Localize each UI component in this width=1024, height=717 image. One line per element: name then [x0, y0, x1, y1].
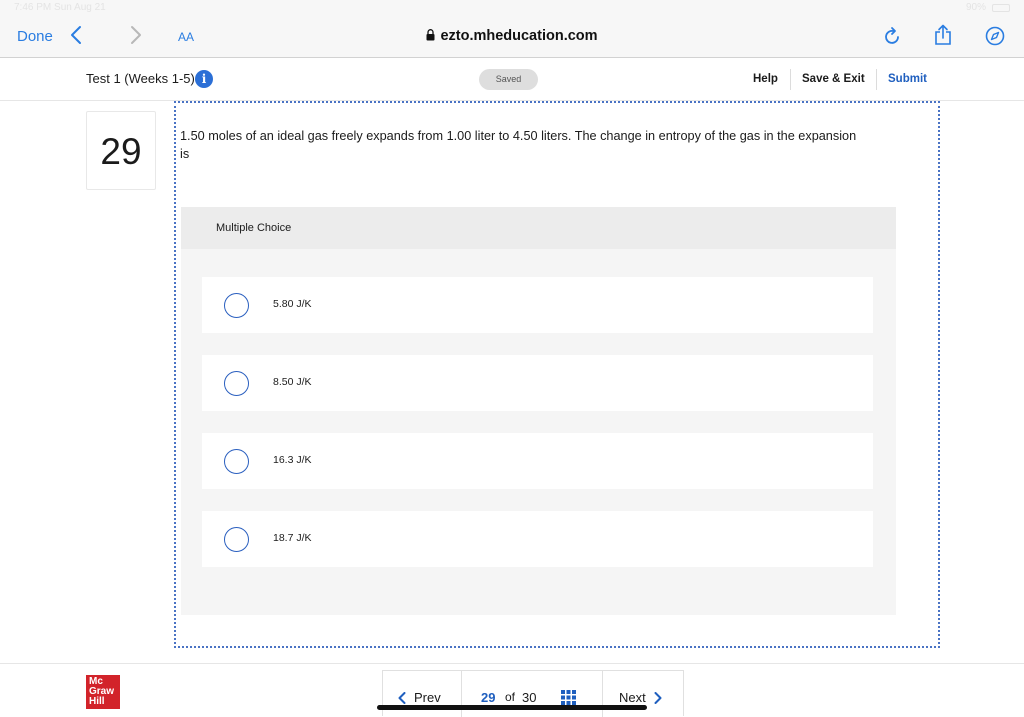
- prev-label: Prev: [414, 690, 441, 705]
- status-time: 7:46 PM Sun Aug 21: [14, 2, 106, 13]
- chevron-left-icon: [398, 691, 406, 704]
- header-divider: [876, 69, 877, 90]
- reload-icon[interactable]: [884, 26, 902, 51]
- lock-icon: [426, 29, 435, 45]
- save-exit-button[interactable]: Save & Exit: [802, 73, 865, 85]
- saved-badge: Saved: [479, 69, 538, 90]
- submit-button[interactable]: Submit: [888, 73, 927, 85]
- logo-line: Hill: [89, 696, 105, 707]
- battery-percent: 90%: [965, 2, 986, 13]
- status-bar: 7:46 PM Sun Aug 21 90%: [0, 0, 1024, 16]
- pager-divider: [602, 671, 603, 717]
- current-page: 29: [481, 690, 496, 705]
- choice-label: 8.50 J/K: [273, 376, 312, 388]
- question-text: 1.50 moles of an ideal gas freely expand…: [180, 129, 857, 161]
- choice-label: 18.7 J/K: [273, 532, 312, 544]
- browser-toolbar: Done AA ezto.mheducation.com: [0, 16, 1024, 58]
- answer-choice[interactable]: 16.3 J/K: [202, 433, 873, 489]
- radio-button[interactable]: [224, 293, 249, 318]
- choice-label: 16.3 J/K: [273, 454, 312, 466]
- page-of-label: of: [505, 690, 516, 704]
- header-divider: [790, 69, 791, 90]
- radio-button[interactable]: [224, 371, 249, 396]
- question-type-label: Multiple Choice: [216, 222, 292, 234]
- question-number: 29: [86, 111, 156, 190]
- answer-choice[interactable]: 8.50 J/K: [202, 355, 873, 411]
- multiple-choice-header: Multiple Choice: [181, 207, 896, 249]
- help-button[interactable]: Help: [753, 73, 778, 85]
- next-label: Next: [619, 690, 646, 705]
- prev-button[interactable]: Prev: [398, 690, 441, 705]
- test-header: Test 1 (Weeks 1-5) i Saved Help Save & E…: [0, 59, 1024, 101]
- multiple-choice-panel: Multiple Choice 5.80 J/K 8.50 J/K 16.3 J…: [181, 207, 896, 615]
- total-pages: 30: [522, 690, 537, 705]
- answer-choice[interactable]: 5.80 J/K: [202, 277, 873, 333]
- url-text: ezto.mheducation.com: [440, 28, 598, 44]
- chevron-right-icon: [654, 691, 662, 704]
- radio-button[interactable]: [224, 527, 249, 552]
- home-indicator: [377, 705, 647, 710]
- answer-choice[interactable]: 18.7 J/K: [202, 511, 873, 567]
- test-title: Test 1 (Weeks 1-5): [86, 71, 195, 86]
- radio-button[interactable]: [224, 449, 249, 474]
- pager-divider: [461, 671, 462, 717]
- status-right: 90%: [966, 2, 1010, 13]
- compass-icon[interactable]: [985, 26, 1005, 51]
- choice-label: 5.80 J/K: [273, 298, 312, 310]
- next-button[interactable]: Next: [619, 690, 662, 705]
- share-icon[interactable]: [934, 24, 952, 51]
- info-icon[interactable]: i: [195, 70, 213, 88]
- mcgraw-hill-logo: Mc Graw Hill: [86, 675, 120, 709]
- battery-icon: [992, 3, 1010, 12]
- address-bar[interactable]: ezto.mheducation.com: [0, 28, 1024, 45]
